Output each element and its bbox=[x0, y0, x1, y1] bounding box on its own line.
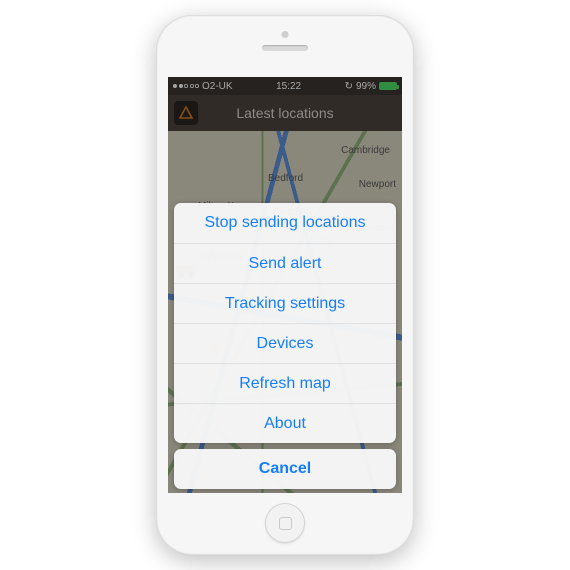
option-refresh-map[interactable]: Refresh map bbox=[174, 363, 396, 403]
action-sheet-cancel: Cancel bbox=[174, 449, 396, 489]
option-send-alert[interactable]: Send alert bbox=[174, 243, 396, 283]
phone-camera bbox=[282, 31, 289, 38]
home-button-icon bbox=[279, 517, 292, 530]
action-sheet-options: Stop sending locations Send alert Tracki… bbox=[174, 203, 396, 443]
cancel-button[interactable]: Cancel bbox=[174, 449, 396, 489]
option-devices[interactable]: Devices bbox=[174, 323, 396, 363]
phone-speaker bbox=[262, 45, 308, 51]
option-tracking-settings[interactable]: Tracking settings bbox=[174, 283, 396, 323]
option-stop-sending[interactable]: Stop sending locations bbox=[174, 203, 396, 243]
screen: O2-UK 15:22 ↻ 99% Latest locations Cambr… bbox=[168, 77, 402, 493]
phone-frame: O2-UK 15:22 ↻ 99% Latest locations Cambr… bbox=[156, 15, 414, 555]
home-button[interactable] bbox=[265, 503, 305, 543]
option-about[interactable]: About bbox=[174, 403, 396, 443]
action-sheet: Stop sending locations Send alert Tracki… bbox=[174, 203, 396, 489]
